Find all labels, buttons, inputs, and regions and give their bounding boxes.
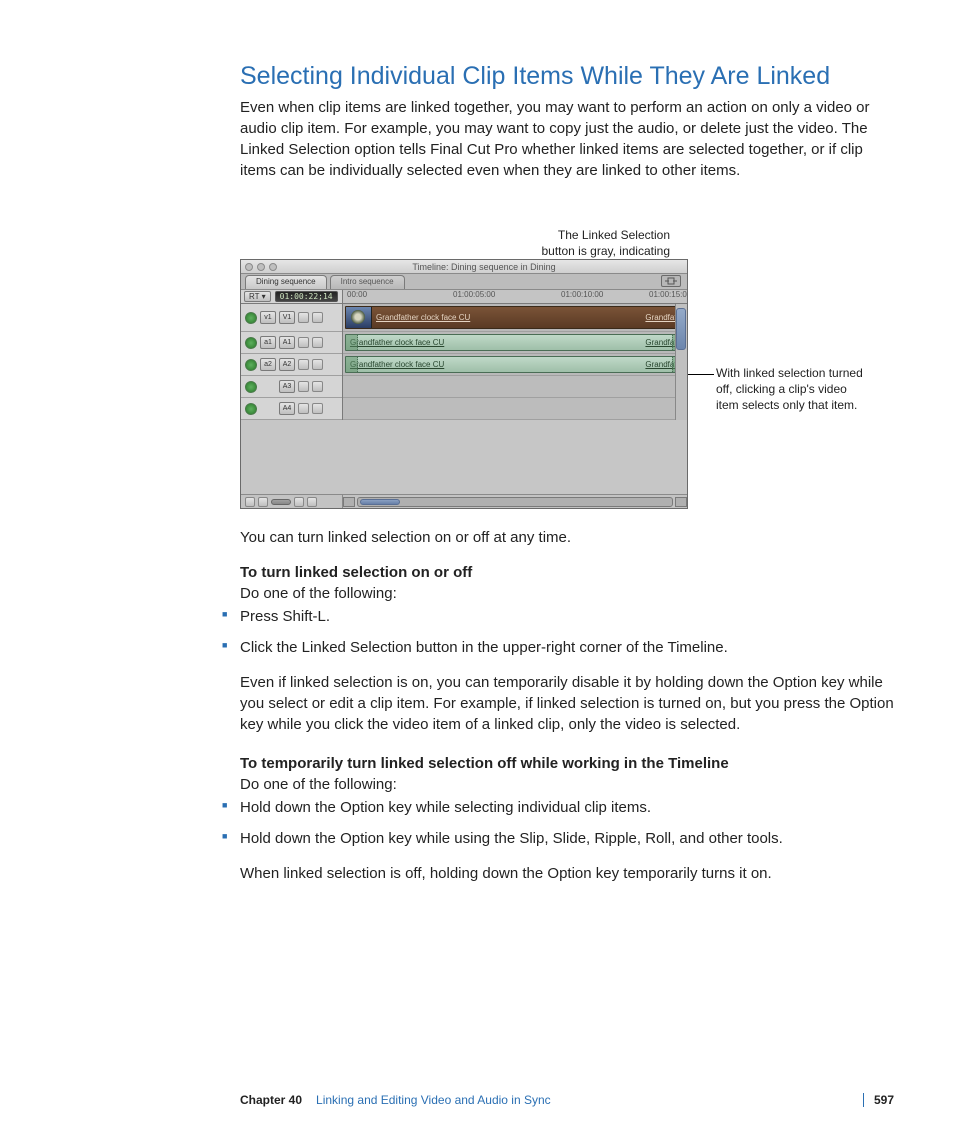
rt-popup-button[interactable]: RT ▾ [244, 291, 271, 302]
auto-select-icon[interactable] [312, 359, 323, 370]
clip-label: Grandfather clock face CU [346, 360, 645, 369]
window-traffic-lights[interactable] [245, 263, 277, 271]
callout-leader-line-right [688, 374, 714, 375]
paragraph: When linked selection is off, holding do… [240, 863, 894, 884]
tab-intro-sequence[interactable]: Intro sequence [330, 275, 405, 289]
track-header-a4[interactable]: A4 [241, 398, 342, 420]
list-item: Press Shift-L. [222, 606, 894, 627]
linked-selection-button[interactable] [661, 275, 681, 287]
audible-icon[interactable] [245, 381, 257, 393]
track-a2[interactable]: Grandfather clock face CU Grandfath [343, 354, 687, 376]
track-src-label[interactable]: a2 [260, 358, 276, 371]
horizontal-scrollbar[interactable] [357, 497, 673, 507]
track-header-v1[interactable]: v1 V1 [241, 304, 342, 332]
audio-clip-item[interactable]: Grandfather clock face CU Grandfath [345, 334, 685, 351]
paragraph: You can turn linked selection on or off … [240, 527, 894, 548]
time-ruler[interactable]: 00:00 01:00:05:00 01:00:10:00 01:00:15:0… [343, 290, 687, 303]
clip-label: Grandfather clock face CU [372, 313, 645, 322]
ruler-tick: 01:00:10:00 [561, 290, 603, 299]
zoom-slider[interactable] [271, 499, 291, 505]
lock-icon[interactable] [298, 403, 309, 414]
procedure-intro: Do one of the following: [240, 585, 397, 602]
window-title: Timeline: Dining sequence in Dining [285, 262, 683, 272]
audio-transition-icon[interactable] [346, 357, 358, 372]
track-header-a2[interactable]: a2 A2 [241, 354, 342, 376]
timeline-window: Timeline: Dining sequence in Dining Dini… [240, 259, 688, 509]
procedure-title: To temporarily turn linked selection off… [240, 755, 729, 772]
page-number: 597 [874, 1093, 894, 1107]
track-src-label[interactable]: a1 [260, 336, 276, 349]
toggle-track-height-icon[interactable] [245, 497, 255, 507]
list-item: Click the Linked Selection button in the… [222, 637, 894, 658]
bullet-list: Press Shift-L. Click the Linked Selectio… [240, 606, 894, 658]
list-item: Hold down the Option key while using the… [222, 828, 894, 849]
ruler-row: RT ▾ 01:00:22;14 00:00 01:00:05:00 01:00… [241, 290, 687, 304]
timeline-footer [241, 494, 687, 508]
bullet-list: Hold down the Option key while selecting… [240, 797, 894, 849]
visibility-icon[interactable] [245, 312, 257, 324]
track-dest-label[interactable]: V1 [279, 311, 295, 324]
track-header-a3[interactable]: A3 [241, 376, 342, 398]
track-src-label[interactable]: v1 [260, 311, 276, 324]
chapter-label: Chapter 40 [240, 1093, 302, 1107]
scrollbar-thumb[interactable] [360, 499, 400, 505]
audible-icon[interactable] [245, 337, 257, 349]
toggle-clip-overlays-icon[interactable] [258, 497, 268, 507]
footer-divider [863, 1093, 864, 1107]
scroll-right-arrow-icon[interactable] [675, 497, 687, 507]
track-height-preset-icon[interactable] [294, 497, 304, 507]
chapter-title: Linking and Editing Video and Audio in S… [316, 1093, 551, 1107]
audio-clip-item[interactable]: Grandfather clock face CU Grandfath [345, 356, 685, 373]
track-header-a1[interactable]: a1 A1 [241, 332, 342, 354]
track-dest-label[interactable]: A2 [279, 358, 295, 371]
clip-label: Grandfather clock face CU [346, 338, 645, 347]
video-clip-item[interactable]: Grandfather clock face CU Grandfath [345, 306, 685, 329]
sequence-tabs: Dining sequence Intro sequence [241, 274, 687, 290]
list-item: Hold down the Option key while selecting… [222, 797, 894, 818]
track-height-preset-icon[interactable] [307, 497, 317, 507]
audio-transition-icon[interactable] [346, 335, 358, 350]
vertical-scrollbar[interactable] [675, 304, 687, 420]
ruler-tick: 01:00:15:00 [649, 290, 687, 299]
lock-icon[interactable] [298, 312, 309, 323]
clip-thumbnail [346, 307, 372, 328]
procedure-intro: Do one of the following: [240, 776, 397, 793]
track-a1[interactable]: Grandfather clock face CU Grandfath [343, 332, 687, 354]
paragraph: Even if linked selection is on, you can … [240, 672, 894, 735]
track-a3[interactable] [343, 376, 687, 398]
scroll-left-arrow-icon[interactable] [343, 497, 355, 507]
current-timecode-field[interactable]: 01:00:22;14 [275, 291, 338, 302]
track-v1[interactable]: Grandfather clock face CU Grandfath [343, 304, 687, 332]
auto-select-icon[interactable] [312, 312, 323, 323]
auto-select-icon[interactable] [312, 337, 323, 348]
lock-icon[interactable] [298, 359, 309, 370]
track-dest-label[interactable]: A4 [279, 402, 295, 415]
lock-icon[interactable] [298, 337, 309, 348]
page-footer: Chapter 40 Linking and Editing Video and… [240, 1093, 894, 1107]
zoom-icon[interactable] [269, 263, 277, 271]
callout-video-selection: With linked selection turned off, clicki… [716, 365, 866, 414]
title-bar: Timeline: Dining sequence in Dining [241, 260, 687, 274]
tab-dining-sequence[interactable]: Dining sequence [245, 275, 327, 289]
audible-icon[interactable] [245, 403, 257, 415]
scrollbar-thumb[interactable] [676, 308, 686, 350]
ruler-tick: 01:00:05:00 [453, 290, 495, 299]
auto-select-icon[interactable] [312, 403, 323, 414]
audible-icon[interactable] [245, 359, 257, 371]
track-dest-label[interactable]: A3 [279, 380, 295, 393]
ruler-tick: 00:00 [347, 290, 367, 299]
section-heading: Selecting Individual Clip Items While Th… [240, 62, 894, 91]
intro-paragraph: Even when clip items are linked together… [240, 97, 894, 181]
minimize-icon[interactable] [257, 263, 265, 271]
track-dest-label[interactable]: A1 [279, 336, 295, 349]
procedure-title: To turn linked selection on or off [240, 564, 472, 581]
track-a4[interactable] [343, 398, 687, 420]
close-icon[interactable] [245, 263, 253, 271]
lock-icon[interactable] [298, 381, 309, 392]
auto-select-icon[interactable] [312, 381, 323, 392]
